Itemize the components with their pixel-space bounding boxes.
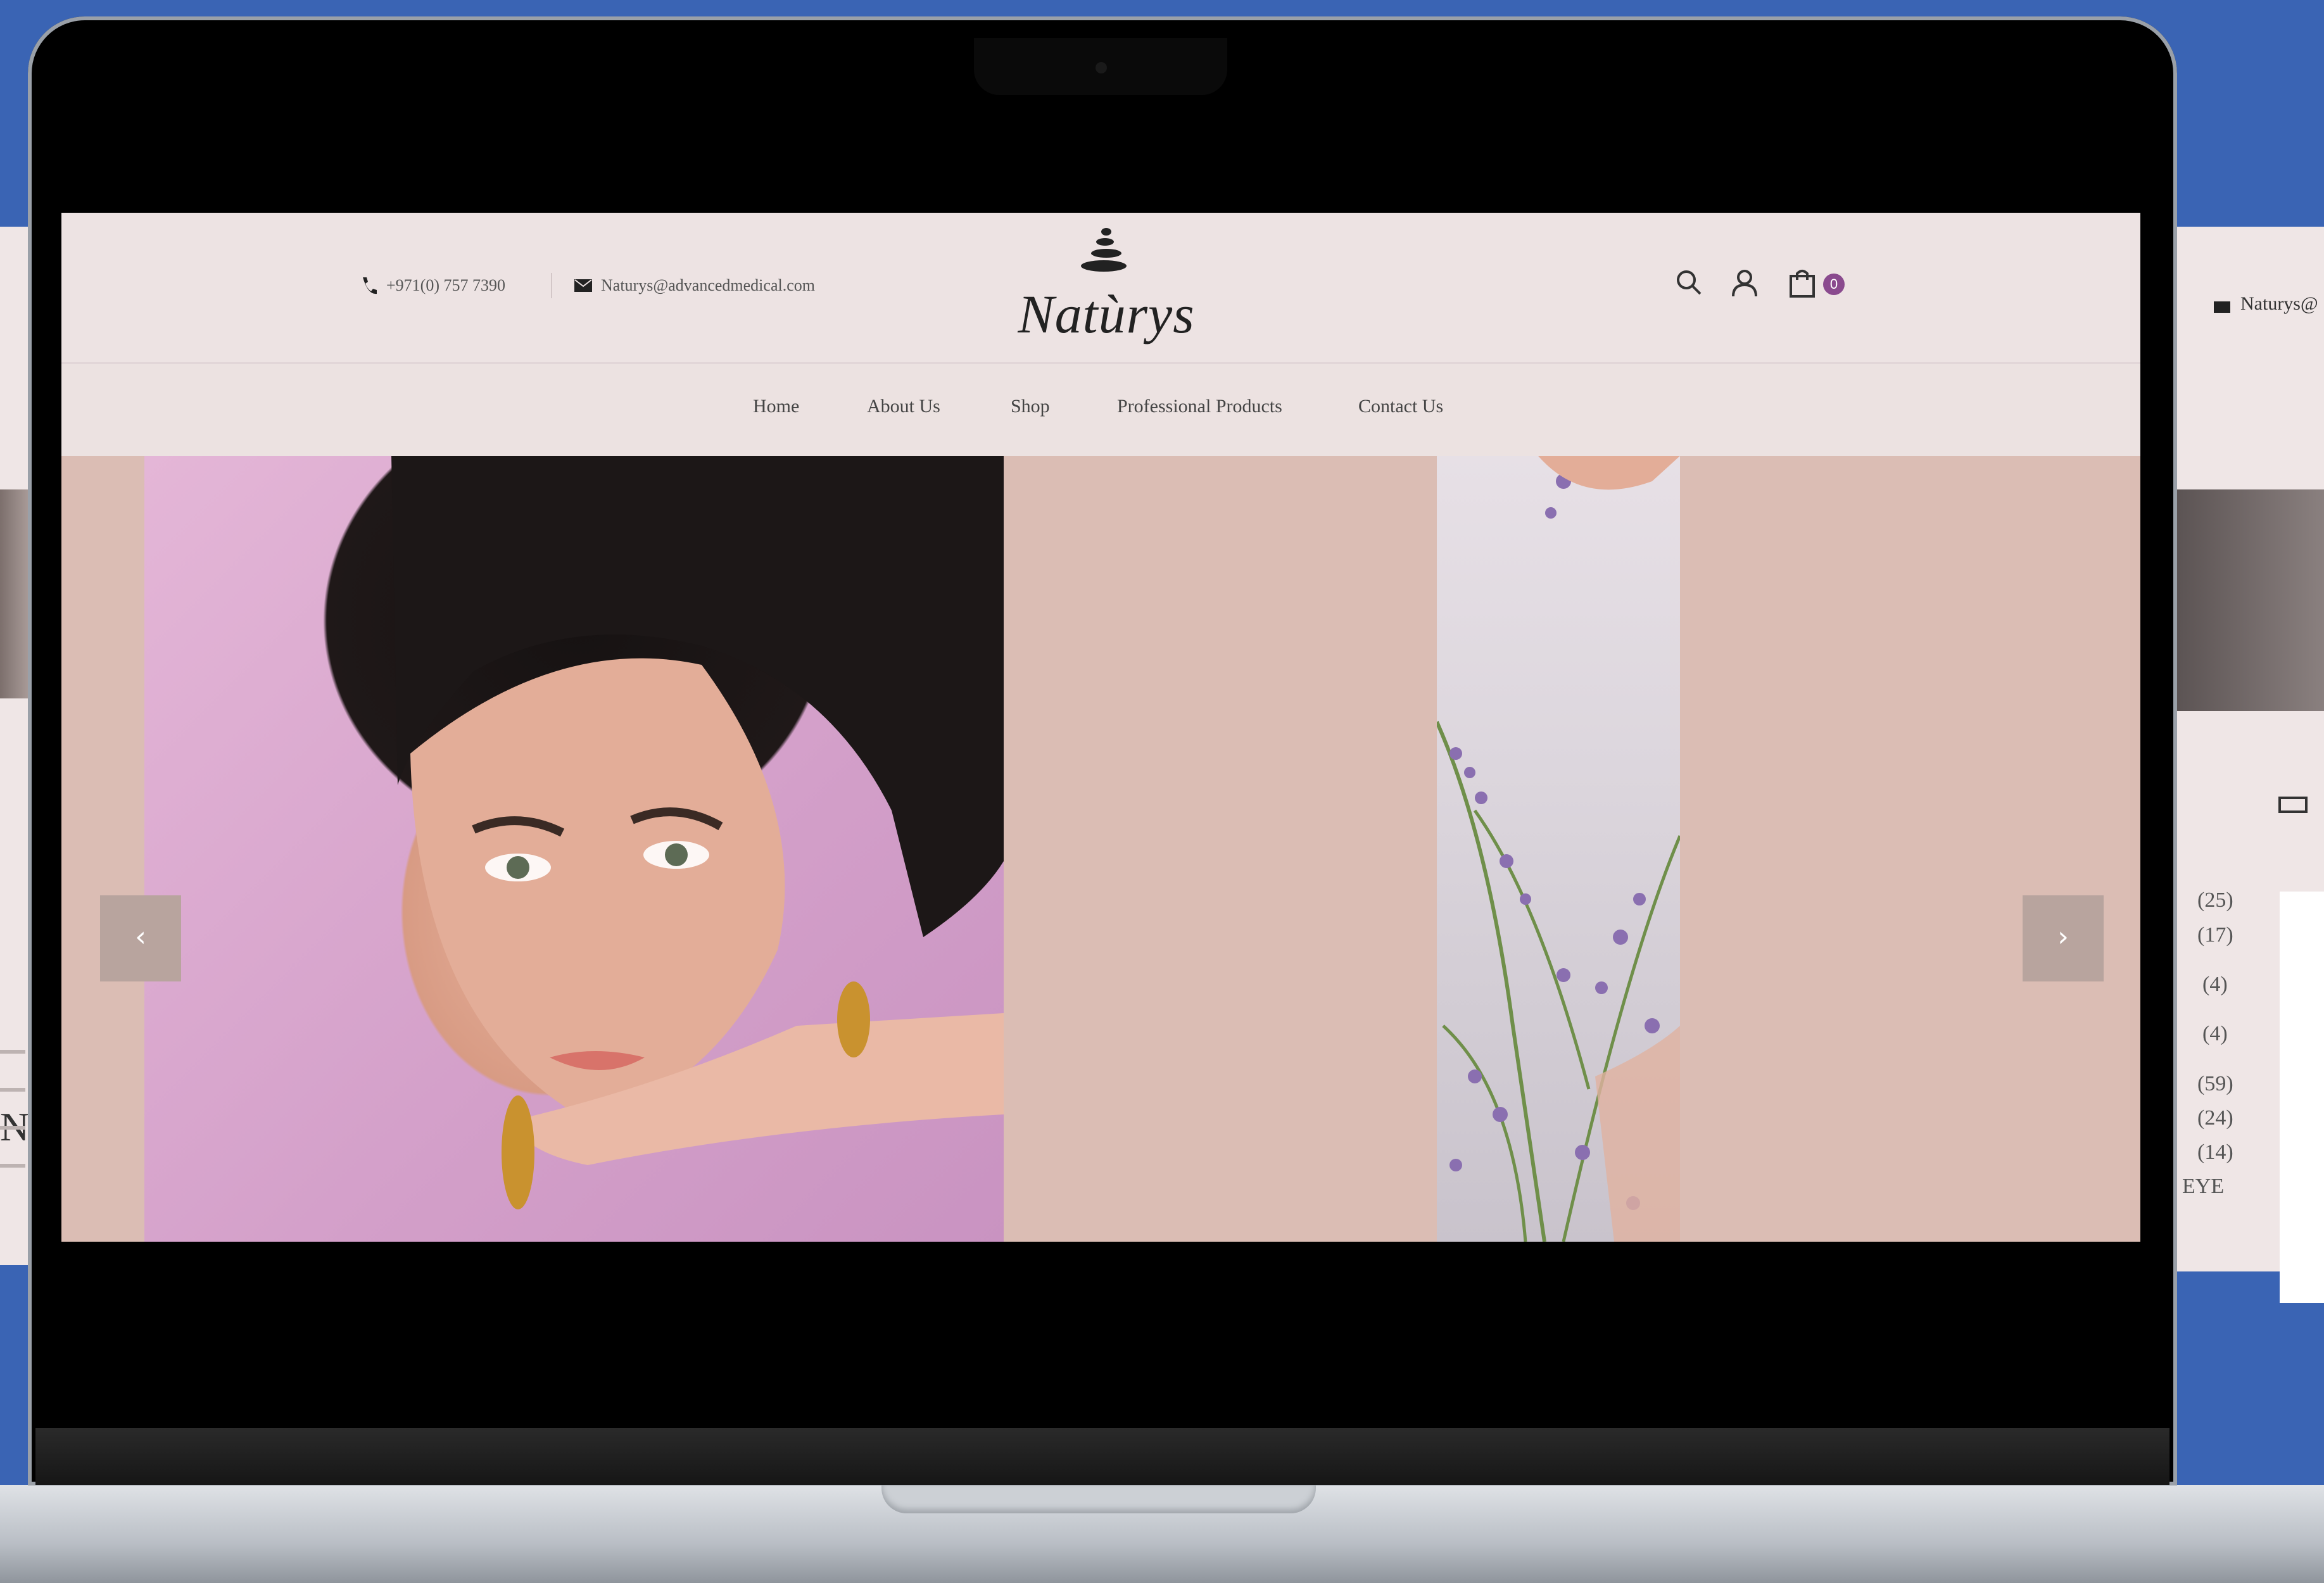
mail-icon xyxy=(2214,301,2230,313)
model-portrait-illustration xyxy=(391,456,1004,1209)
user-account-icon[interactable] xyxy=(1731,268,1759,298)
stones-logo-icon xyxy=(1081,228,1127,272)
background-email: Naturys@ xyxy=(2240,293,2318,314)
hero-image-model xyxy=(144,456,1004,1242)
nav-item-about-us[interactable]: About Us xyxy=(867,396,940,417)
background-image-band xyxy=(2172,489,2324,711)
category-count: (4) xyxy=(2202,973,2228,996)
background-panel xyxy=(2280,892,2324,1303)
header-phone[interactable]: +971(0) 757 7390 xyxy=(386,276,505,295)
category-count: (25) xyxy=(2197,888,2233,912)
camera-icon xyxy=(1096,62,1107,73)
category-count: (4) xyxy=(2202,1022,2228,1045)
laptop-hinge-notch xyxy=(881,1485,1316,1513)
hero-image-flowers xyxy=(1437,456,1680,1242)
mail-icon xyxy=(574,279,592,292)
nav-item-professional-products[interactable]: Professional Products xyxy=(1117,396,1282,417)
slider-next-button[interactable]: › xyxy=(2023,895,2104,981)
header-email[interactable]: Naturys@advancedmedical.com xyxy=(601,276,815,295)
site-logo[interactable]: Natùrys xyxy=(973,225,1239,352)
nav-item-shop[interactable]: Shop xyxy=(1011,396,1050,417)
header-divider xyxy=(551,273,552,298)
phone-icon xyxy=(363,277,377,294)
cart-count-badge: 0 xyxy=(1823,274,1845,295)
background-page-right: Naturys@ (25) (17) (4) (4) (59) (24) (14… xyxy=(2172,227,2324,1303)
logo-text: Natùrys xyxy=(1018,284,1195,344)
shopping-bag-icon[interactable] xyxy=(1788,268,1817,298)
laptop-bottom-bezel xyxy=(35,1428,2169,1485)
category-count: (14) xyxy=(2197,1140,2233,1164)
hero-slider: ‹ › xyxy=(61,456,2140,1242)
category-label: EYE xyxy=(2182,1175,2225,1198)
lavender-flowers-illustration xyxy=(1437,456,1680,1242)
nav-item-contact-us[interactable]: Contact Us xyxy=(1358,396,1443,417)
site-header: +971(0) 757 7390 Naturys@advancedmedical… xyxy=(61,213,2140,364)
main-navigation: Home About Us Shop Professional Products… xyxy=(61,364,2140,456)
nav-item-home[interactable]: Home xyxy=(753,396,799,417)
slider-prev-button[interactable]: ‹ xyxy=(100,895,181,981)
category-count: (59) xyxy=(2197,1072,2233,1095)
category-count: (17) xyxy=(2197,923,2233,947)
grid-view-icon xyxy=(2278,797,2308,813)
search-icon[interactable] xyxy=(1675,268,1703,296)
website: +971(0) 757 7390 Naturys@advancedmedical… xyxy=(61,213,2140,1242)
laptop-screen: +971(0) 757 7390 Naturys@advancedmedical… xyxy=(61,213,2140,1242)
category-count: (24) xyxy=(2197,1106,2233,1130)
